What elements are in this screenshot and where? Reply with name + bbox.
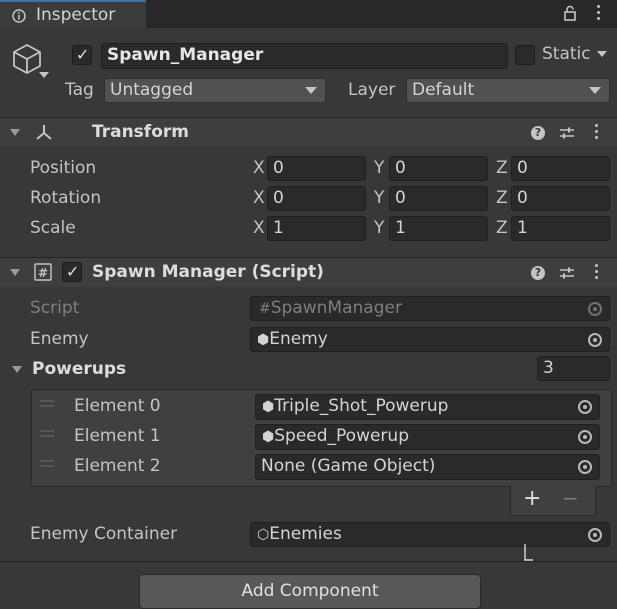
prefab-icon: ⬢: [257, 332, 270, 348]
enemy-label: Enemy: [30, 329, 89, 349]
element-value: Triple_Shot_Powerup: [274, 396, 449, 416]
enemy-value: Enemy: [269, 329, 328, 349]
transform-foldout-arrow[interactable]: [10, 129, 20, 136]
axis-y-label[interactable]: Y: [374, 158, 384, 178]
scale-x-field[interactable]: 1: [267, 216, 366, 241]
help-icon[interactable]: ?: [531, 126, 545, 140]
help-icon[interactable]: ?: [531, 266, 545, 280]
object-picker-icon[interactable]: [578, 430, 592, 444]
rotation-x-field[interactable]: 0: [267, 186, 366, 211]
rotation-label: Rotation: [30, 188, 102, 208]
object-name-field[interactable]: Spawn_Manager: [101, 43, 508, 69]
element-label: Element 0: [74, 396, 161, 416]
enemy-field[interactable]: ⬢Enemy: [250, 327, 610, 352]
tag-value: Untagged: [110, 80, 194, 100]
enemy-container-label: Enemy Container: [30, 524, 178, 544]
axis-z-label[interactable]: Z: [496, 218, 508, 238]
position-z-field[interactable]: 0: [511, 156, 610, 181]
enemy-container-field[interactable]: ⬡Enemies: [250, 522, 610, 547]
add-element-button[interactable]: +: [523, 486, 541, 511]
transform-title: Transform: [92, 122, 189, 142]
spawn-manager-title: Spawn Manager (Script): [92, 262, 324, 282]
checkmark-icon: ✓: [76, 45, 90, 64]
enemy-container-value: Enemies: [269, 524, 342, 544]
scale-z-field[interactable]: 1: [511, 216, 610, 241]
transform-icon: [36, 125, 52, 140]
script-label: Script: [30, 298, 80, 318]
tab-menu-icon[interactable]: [597, 5, 601, 23]
axis-x-label[interactable]: X: [253, 188, 265, 208]
element-2-field[interactable]: None (Game Object): [255, 454, 600, 480]
info-icon: [12, 9, 26, 23]
axis-x-label[interactable]: X: [253, 158, 265, 178]
drag-handle-icon[interactable]: [40, 460, 54, 470]
presets-icon[interactable]: [559, 126, 575, 140]
element-value: Speed_Powerup: [274, 426, 409, 446]
tag-label: Tag: [65, 80, 94, 100]
drag-handle-icon[interactable]: [40, 400, 54, 410]
chevron-down-icon: [305, 87, 317, 94]
tag-dropdown[interactable]: Untagged: [104, 78, 326, 103]
object-picker-icon[interactable]: [588, 528, 602, 542]
svg-text:#: #: [38, 266, 48, 280]
prefab-icon: ⬢: [262, 429, 275, 445]
remove-element-button[interactable]: −: [562, 486, 579, 510]
axis-x-label[interactable]: X: [253, 218, 265, 238]
script-icon: #: [34, 263, 52, 281]
script-enabled-checkbox[interactable]: ✓: [62, 262, 82, 282]
chevron-down-icon: [589, 87, 601, 94]
divider: [0, 561, 617, 562]
active-checkbox[interactable]: ✓: [72, 45, 92, 65]
tab-title: Inspector: [36, 5, 116, 25]
script-file-icon: #: [259, 301, 271, 317]
object-picker-icon[interactable]: [578, 460, 592, 474]
component-menu-icon[interactable]: [595, 124, 599, 142]
lock-icon[interactable]: [563, 5, 577, 21]
static-checkbox[interactable]: [515, 45, 535, 65]
axis-y-label[interactable]: Y: [374, 188, 384, 208]
scale-label: Scale: [30, 218, 76, 238]
element-0-field[interactable]: ⬢Triple_Shot_Powerup: [255, 394, 600, 420]
static-dropdown-arrow[interactable]: [597, 51, 607, 57]
script-value: SpawnManager: [270, 298, 402, 318]
gameobject-icon: ⬡: [257, 527, 270, 543]
position-label: Position: [30, 158, 97, 178]
rotation-y-field[interactable]: 0: [389, 186, 488, 211]
object-picker-icon[interactable]: [588, 333, 602, 347]
rotation-z-field[interactable]: 0: [511, 186, 610, 211]
script-field: #SpawnManager: [250, 296, 610, 321]
layer-value: Default: [412, 80, 475, 100]
text-cursor-icon: [524, 544, 533, 561]
drag-handle-icon[interactable]: [40, 430, 54, 440]
layer-dropdown[interactable]: Default: [406, 78, 610, 103]
axis-z-label[interactable]: Z: [496, 188, 508, 208]
add-component-button[interactable]: Add Component: [139, 574, 481, 609]
object-picker-icon[interactable]: [578, 400, 592, 414]
scale-y-field[interactable]: 1: [389, 216, 488, 241]
element-label: Element 1: [74, 426, 161, 446]
position-x-field[interactable]: 0: [267, 156, 366, 181]
powerups-foldout-arrow[interactable]: [12, 366, 22, 373]
powerups-size-field[interactable]: 3: [537, 356, 610, 381]
layer-label: Layer: [348, 80, 396, 100]
component-menu-icon[interactable]: [595, 264, 599, 282]
static-label[interactable]: Static: [542, 44, 591, 64]
prefab-icon: ⬢: [262, 399, 275, 415]
element-value: None (Game Object): [261, 456, 436, 476]
axis-y-label[interactable]: Y: [374, 218, 384, 238]
checkmark-icon: ✓: [66, 262, 80, 281]
element-1-field[interactable]: ⬢Speed_Powerup: [255, 424, 600, 450]
axis-z-label[interactable]: Z: [496, 158, 508, 178]
tab-inspector[interactable]: Inspector: [0, 0, 146, 28]
spawn-manager-foldout-arrow[interactable]: [10, 269, 20, 276]
icon-dropdown-arrow[interactable]: [39, 72, 49, 78]
object-picker-icon: [588, 302, 602, 316]
presets-icon[interactable]: [559, 266, 575, 280]
powerups-label[interactable]: Powerups: [32, 359, 126, 379]
element-label: Element 2: [74, 456, 161, 476]
position-y-field[interactable]: 0: [389, 156, 488, 181]
gameobject-cube-icon[interactable]: [12, 43, 42, 75]
